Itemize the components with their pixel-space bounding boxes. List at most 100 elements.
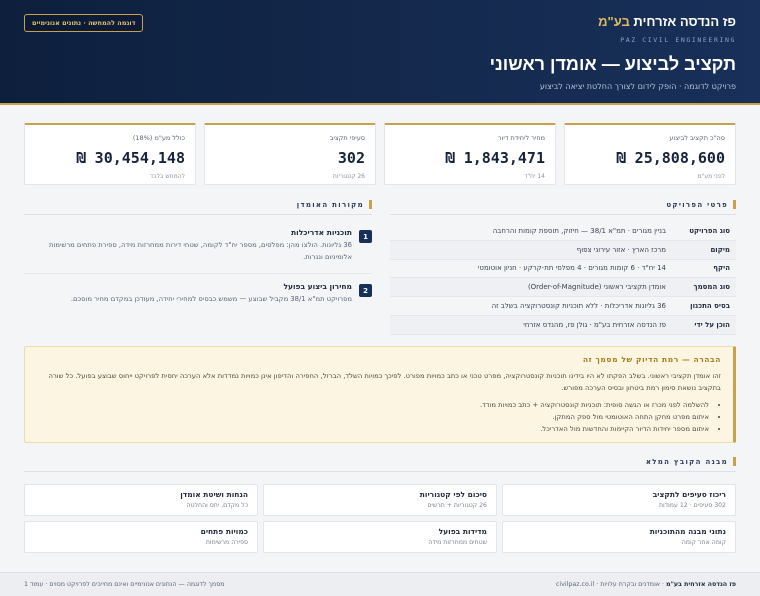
details-heading: פרטי הפרויקט	[666, 200, 736, 209]
kpi-value: ₪ 30,454,148	[76, 149, 185, 167]
source-number-badge: 1	[359, 230, 372, 243]
kpi-card-budget-items: סעיפי תקציב 302 26 קטגוריות	[204, 123, 376, 185]
sources-heading-text: מקורות האומדן	[296, 200, 364, 209]
detail-key: בסיס התכנון	[690, 302, 730, 311]
brand-subtitle: PAZ CIVIL ENGINEERING	[620, 36, 736, 44]
disclaimer-list: להשלמה לפני מכרז או הגשה סופית: תוכניות …	[37, 399, 721, 435]
source-item: 2 מחירון ביצוע בפועל מפרויקט תמ"א 38/1 מ…	[24, 282, 372, 305]
disclaimer-list-item: להשלמה לפני מכרז או הגשה סופית: תוכניות …	[37, 399, 709, 411]
brand-name-main: פז הנדסה אזרחית	[633, 14, 736, 29]
package-card-title: ריכוז סעיפים לתקציב	[652, 490, 726, 499]
detail-key: היקף	[713, 264, 730, 273]
footer-left: מסמך לדוגמה — הנתונים אנונימיים ואינם מח…	[24, 581, 225, 588]
source-body: מחירון ביצוע בפועל מפרויקט תמ"א 38/1 מקב…	[24, 282, 352, 305]
detail-key: מיקום	[710, 245, 730, 254]
package-card: מדידות בפועל שטחים ממחרזות מידה	[263, 521, 497, 553]
detail-value: פז הנדסה אזרחית בע"מ · גולן פז, מהנדס אז…	[523, 320, 666, 329]
source-title: מחירון ביצוע בפועל	[283, 282, 352, 291]
kpi-label: מחיר ליחידת דיור	[497, 134, 545, 142]
package-card: הנחות ושיטת אומדן כל מקדם, יחס והחלטה	[24, 484, 258, 516]
detail-value: מרכז הארץ · אזור עירוני צפוף	[576, 245, 666, 254]
page-header: פז הנדסה אזרחית בע"מ PAZ CIVIL ENGINEERI…	[0, 0, 760, 105]
divider	[390, 214, 736, 215]
package-card-title: סיכום לפי קטגוריות	[419, 490, 487, 499]
sources-heading: מקורות האומדן	[297, 200, 372, 209]
kpi-value: ₪ 1,843,471	[445, 149, 545, 167]
kpi-note: 26 קטגוריות	[332, 173, 365, 180]
package-card-title: הנחות ושיטת אומדן	[180, 490, 248, 499]
detail-key: הוכן על ידי	[694, 320, 730, 329]
source-number-badge: 2	[359, 284, 372, 297]
package-card-title: כמויות פתחים	[200, 527, 248, 536]
package-card-title: נתוני מבנה מהתוכניות	[649, 527, 726, 536]
brand-name: פז הנדסה אזרחית בע"מ	[598, 14, 736, 29]
disclaimer-list-item: איתום מספר יחידות הדיור הקיימות והחדשות …	[37, 423, 709, 435]
detail-value: 36 גליונות אדריכלות · ללא תוכניות קונסטר…	[491, 302, 666, 311]
divider	[24, 471, 736, 472]
package-card: ריכוז סעיפים לתקציב 302 סעיפים · 12 עמוד…	[502, 484, 736, 516]
package-card-sub: שטחים ממחרזות מידה	[428, 539, 487, 546]
disclaimer-title: הבהרה — רמת הדיוק של מסמך זה	[582, 355, 721, 364]
kpi-value: 302	[337, 149, 365, 167]
project-details-table: סוג הפרויקט בניין מגורים · תמ"א 38/1 — ח…	[390, 222, 736, 335]
detail-row: סוג המסמך אומדן תקציבי ראשוני (Order-of-…	[390, 278, 736, 298]
kpi-label: סה"כ תקציב לביצוע	[669, 134, 725, 142]
detail-key: סוג המסמך	[693, 283, 730, 292]
divider	[24, 214, 372, 215]
package-card: כמויות פתחים ספירה מרשימות	[24, 521, 258, 553]
package-card-sub: כל מקדם, יחס והחלטה	[186, 502, 248, 509]
disclaimer-list-item: איתום מפרט מחקן התחה האוטומטי מול ספק המ…	[37, 411, 709, 423]
package-card: נתוני מבנה מהתוכניות קומה אחר קומה	[502, 521, 736, 553]
package-card-sub: ספירה מרשימות	[205, 539, 248, 546]
kpi-row: סה"כ תקציב לביצוע ₪ 25,808,600 לפני מע"מ…	[24, 123, 736, 185]
kpi-card-unit-price: מחיר ליחידת דיור ₪ 1,843,471 14 יח"ד	[384, 123, 556, 185]
disclaimer-box: הבהרה — רמת הדיוק של מסמך זה זהו אומדן ת…	[24, 346, 736, 443]
package-card-sub: 302 סעיפים · 12 עמודות	[658, 502, 726, 509]
page-footer: פז הנדסה אזרחית בע"מ · אומדנים ובקרת עלו…	[0, 572, 760, 596]
source-description: מפרויקט תמ"א 38/1 מקביל שבוצע — משמש כבס…	[70, 295, 352, 303]
detail-key: סוג הפרויקט	[689, 226, 730, 235]
package-card-sub: 26 קטגוריות + תרשים	[427, 502, 487, 509]
heading-accent-bar	[369, 200, 372, 209]
footer-company-rest: · אומדנים ובקרת עלויות · civilpaz.co.il	[555, 581, 667, 588]
source-body: תוכניות אדריכלות 36 גליונות. הולצו מהן: …	[24, 228, 352, 263]
detail-value: 14 יח"ד · 6 קומות מגורים · 4 מפלסי תת-קר…	[477, 264, 666, 273]
page-title: תקציב לביצוע — אומדן ראשוני	[489, 54, 736, 74]
detail-row: בסיס התכנון 36 גליונות אדריכלות · ללא תו…	[390, 297, 736, 316]
package-card: סיכום לפי קטגוריות 26 קטגוריות + תרשים	[263, 484, 497, 516]
kpi-card-total-budget: סה"כ תקציב לביצוע ₪ 25,808,600 לפני מע"מ	[564, 123, 736, 185]
page-subtitle: פרויקט לדוגמה · הופק לידום לצורך החלטת י…	[539, 82, 736, 91]
kpi-note: לפני מע"מ	[697, 173, 725, 180]
package-grid: ריכוז סעיפים לתקציב 302 סעיפים · 12 עמוד…	[24, 484, 736, 553]
divider	[24, 273, 372, 274]
detail-row: הוכן על ידי פז הנדסה אזרחית בע"מ · גולן …	[390, 315, 736, 335]
brand-name-suffix: בע"מ	[598, 14, 630, 29]
detail-row: היקף 14 יח"ד · 6 קומות מגורים · 4 מפלסי …	[390, 260, 736, 279]
kpi-value: ₪ 25,808,600	[616, 149, 725, 167]
package-heading: מבנה הקובץ המלא	[646, 457, 736, 466]
brand-block: פז הנדסה אזרחית בע"מ PAZ CIVIL ENGINEERI…	[598, 14, 736, 44]
demo-badge: דוגמה להמחשה · נתונים אנונימיים	[24, 14, 144, 32]
detail-value: בניין מגורים · תמ"א 38/1 — חיזוק, תוספת …	[492, 226, 666, 235]
package-card-sub: קומה אחר קומה	[681, 539, 726, 546]
package-card-title: מדידות בפועל	[438, 527, 487, 536]
sources-list: 1 תוכניות אדריכלות 36 גליונות. הולצו מהן…	[24, 228, 372, 315]
kpi-card-incl-vat: כולל מע"מ (18%) ₪ 30,454,148 להמחש בלבד	[24, 123, 196, 185]
kpi-note: להמחש בלבד	[149, 173, 185, 180]
detail-value: אומדן תקציבי ראשוני (Order-of-Magnitude)	[527, 283, 666, 292]
footer-right: פז הנדסה אזרחית בע"מ · אומדנים ובקרת עלו…	[556, 581, 736, 588]
kpi-note: 14 יח"ד	[524, 173, 545, 180]
heading-accent-bar	[733, 200, 736, 209]
source-description: 36 גליונות. הולצו מהן: מפלסים, מספר יח"ד…	[49, 241, 352, 261]
details-heading-text: פרטי הפרויקט	[666, 200, 728, 209]
kpi-label: סעיפי תקציב	[329, 134, 365, 142]
disclaimer-text: זהו אומדן תקציבי ראשוני. בשלב הפקתו לא ה…	[48, 372, 721, 392]
detail-row: מיקום מרכז הארץ · אזור עירוני צפוף	[390, 240, 736, 260]
source-title: תוכניות אדריכלות	[291, 228, 352, 237]
package-heading-text: מבנה הקובץ המלא	[645, 457, 728, 466]
footer-company: פז הנדסה אזרחית בע"מ	[666, 581, 736, 588]
detail-row: סוג הפרויקט בניין מגורים · תמ"א 38/1 — ח…	[390, 222, 736, 241]
source-item: 1 תוכניות אדריכלות 36 גליונות. הולצו מהן…	[24, 228, 372, 263]
kpi-label: כולל מע"מ (18%)	[132, 134, 185, 142]
heading-accent-bar	[733, 457, 736, 466]
